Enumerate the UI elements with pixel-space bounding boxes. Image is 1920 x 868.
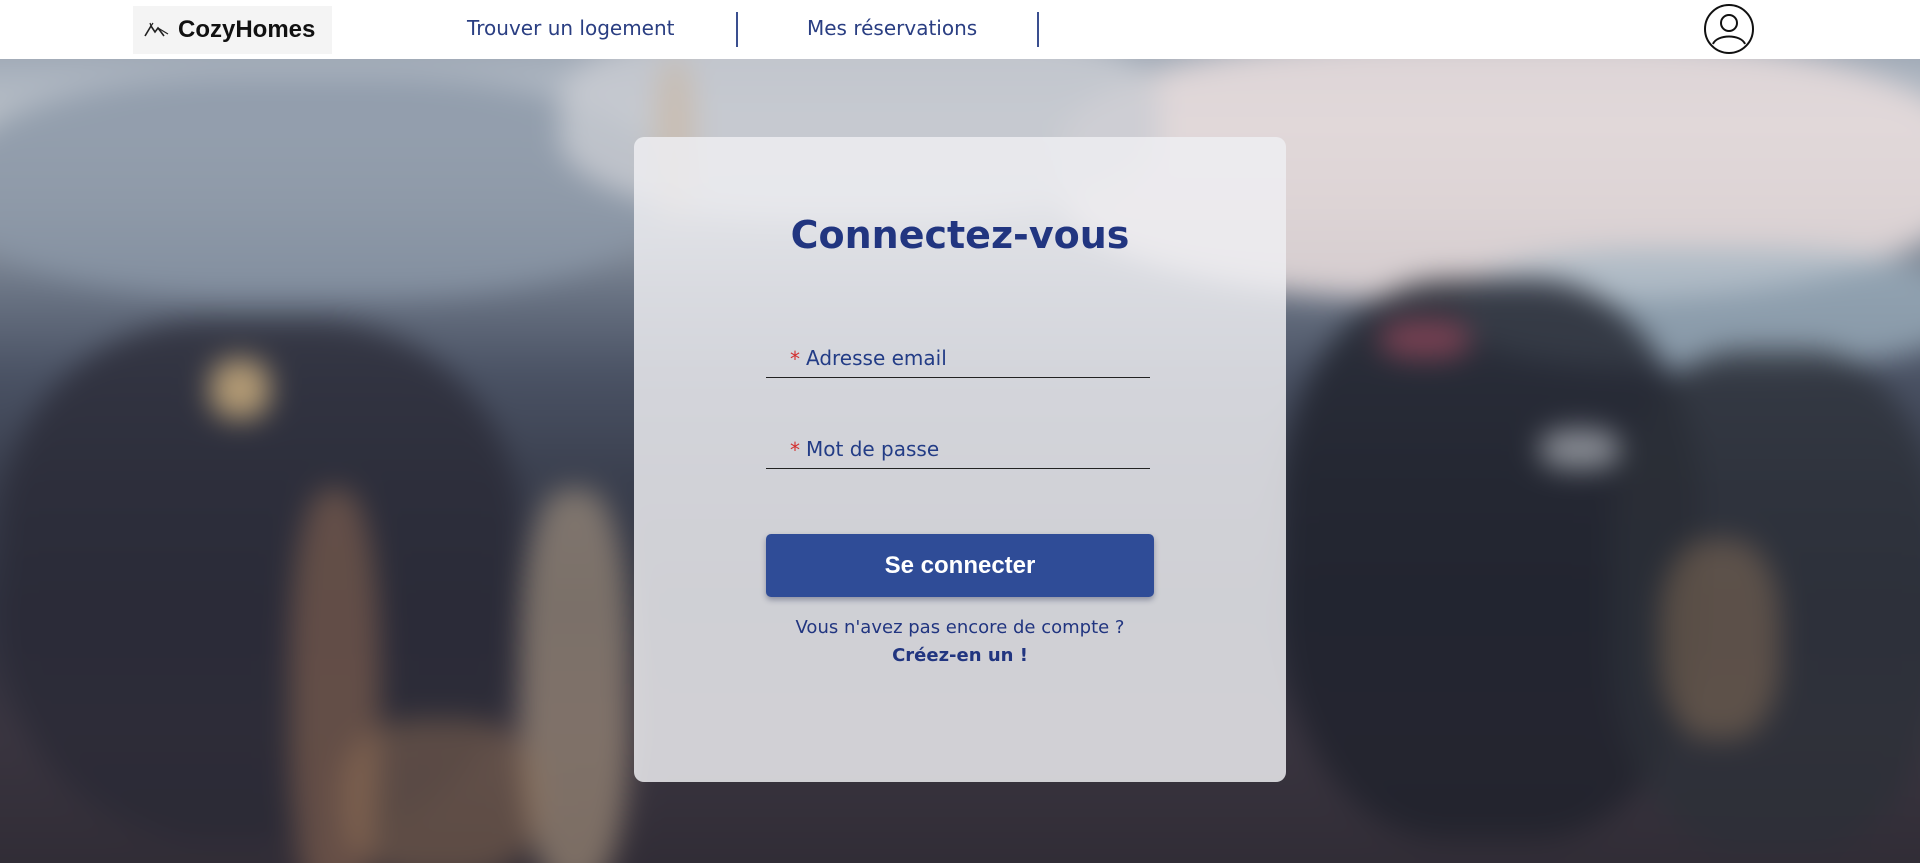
login-button-label: Se connecter [884,551,1036,579]
email-field[interactable]: * Adresse email [766,333,1154,379]
mountain-logo-icon [144,22,169,37]
nav-find-housing[interactable]: Trouver un logement [467,16,675,40]
nav-divider [736,12,738,47]
password-input[interactable] [766,424,1154,470]
password-field[interactable]: * Mot de passe [766,424,1154,470]
nav-my-bookings[interactable]: Mes réservations [807,16,977,40]
user-profile-icon[interactable] [1703,3,1755,55]
brand-logo[interactable]: CozyHomes [133,6,332,54]
create-account-link[interactable]: Créez-en un ! [634,645,1286,666]
page-bottom-edge [0,863,1920,868]
login-button[interactable]: Se connecter [766,534,1154,597]
no-account-text: Vous n'avez pas encore de compte ? [795,617,1125,638]
brand-name: CozyHomes [178,16,316,43]
login-card: Connectez-vous * Adresse email * Mot de … [634,137,1286,782]
email-input[interactable] [766,333,1154,379]
nav-divider [1037,12,1039,47]
login-title: Connectez-vous [790,213,1130,257]
top-navbar: CozyHomes Trouver un logement Mes réserv… [0,0,1920,59]
